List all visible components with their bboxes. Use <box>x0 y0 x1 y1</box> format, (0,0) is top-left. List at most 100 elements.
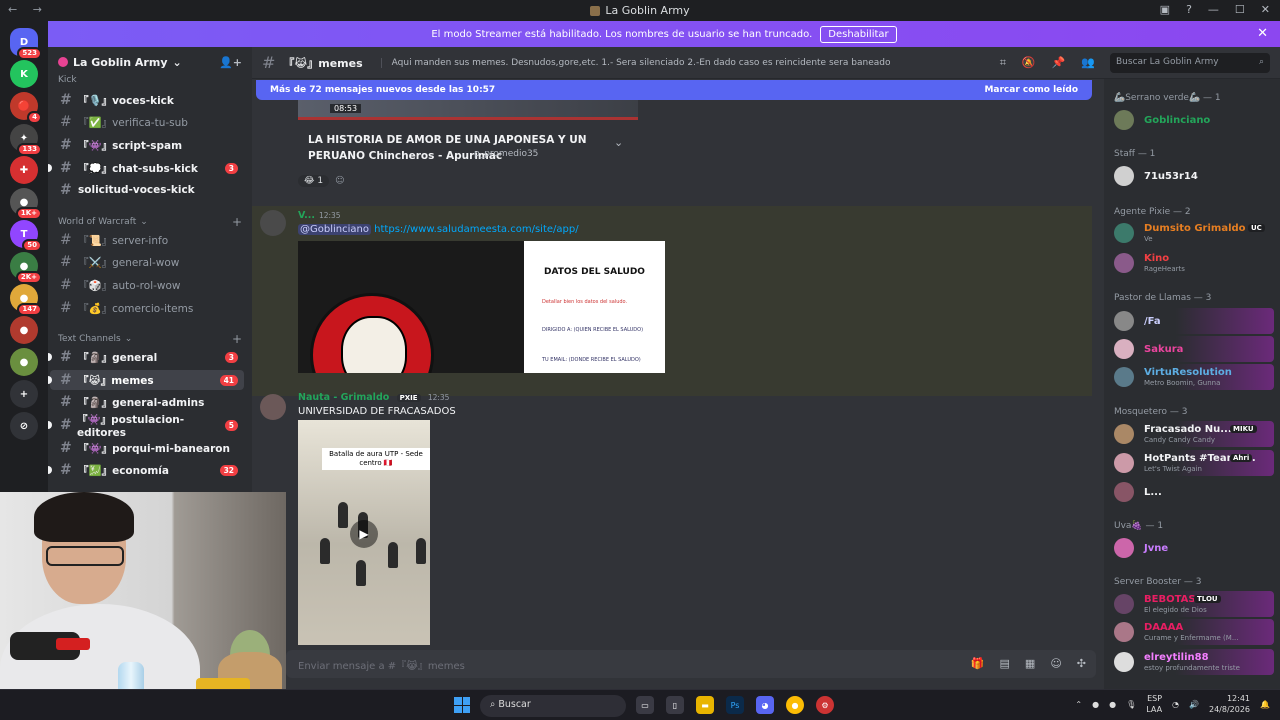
image-attachment[interactable]: DATOS DEL SALUDO Detallar bien los datos… <box>524 241 665 373</box>
channel-item[interactable]: # 『🎙️』voces-kick <box>50 90 244 110</box>
pin-icon[interactable]: 📌 <box>1052 56 1066 70</box>
discord-icon[interactable]: ◕ <box>756 696 774 714</box>
mark-read-button[interactable]: Marcar como leído <box>984 85 1078 95</box>
member-item[interactable]: BEBOTAS El elegido de Dios <box>1110 591 1274 617</box>
member-item[interactable]: Sakura <box>1110 336 1274 362</box>
channel-item[interactable]: # 『⚔️』general-wow <box>50 252 244 272</box>
chevron-down-icon[interactable]: ⌄ <box>614 136 623 149</box>
threads-icon[interactable]: ⌗ <box>1000 56 1006 70</box>
server-icon[interactable]: ● <box>10 316 38 344</box>
inbox-icon[interactable]: ▣ <box>1160 3 1170 16</box>
nav-arrows[interactable]: ← → <box>8 3 48 16</box>
channel-item[interactable]: # 『👾』script-spam <box>50 135 244 155</box>
guild-header[interactable]: La Goblin Army ⌄ 👤+ <box>48 47 252 77</box>
member-item[interactable]: Jvne <box>1110 535 1274 561</box>
server-icon[interactable]: ● 1K+ <box>10 188 42 220</box>
disable-streamer-button[interactable]: Deshabilitar <box>820 25 897 43</box>
member-item[interactable]: VirtuResolution Metro Boomin, Gunna <box>1110 364 1274 390</box>
message-author[interactable]: Nauta - Grimaldo PXIE 12:35 <box>298 392 449 403</box>
members-icon[interactable]: 👥 <box>1081 56 1095 70</box>
server-icon[interactable]: T 50 <box>10 220 42 252</box>
message-link[interactable]: https://www.saludameesta.com/site/app/ <box>374 224 578 235</box>
video-thumbnail[interactable]: 08:53 <box>298 100 638 120</box>
server-icon[interactable]: K <box>10 60 38 88</box>
reaction-button[interactable]: 😂 1 <box>298 175 330 187</box>
play-icon[interactable]: ▶ <box>350 520 378 548</box>
emoji-icon[interactable]: ☺ <box>1050 657 1061 670</box>
add-reaction-icon[interactable]: ☺ <box>335 176 344 186</box>
channel-item[interactable]: # 『💹』economía 32 <box>48 460 244 480</box>
server-icon[interactable]: ● 2K+ <box>10 252 42 284</box>
sticker-icon[interactable]: ▦ <box>1025 657 1035 670</box>
close-button[interactable]: ✕ <box>1261 3 1270 16</box>
member-item[interactable]: L... <box>1110 479 1274 505</box>
help-icon[interactable]: ? <box>1186 3 1192 16</box>
clock[interactable]: 12:41 24/8/2026 <box>1209 693 1250 715</box>
channel-item[interactable]: # 『🗿』general 3 <box>48 347 244 367</box>
avatar[interactable] <box>260 394 286 420</box>
channel-topic[interactable]: Aqui manden sus memes. Desnudos,gore,etc… <box>380 57 890 68</box>
server-icon[interactable]: ✚ <box>10 156 38 184</box>
channel-item[interactable]: # 『💰』comercio-items <box>50 298 244 318</box>
new-messages-bar[interactable]: Más de 72 mensajes nuevos desde las 10:5… <box>256 80 1092 100</box>
search-input[interactable]: Buscar La Goblin Army ⌕ <box>1110 53 1270 73</box>
close-icon[interactable]: ✕ <box>1257 26 1268 41</box>
channel-item[interactable]: # 『👾』porqui-mi-banearon <box>50 438 244 458</box>
taskbar-search[interactable]: ⌕ Buscar <box>480 695 626 717</box>
channel-item[interactable]: # solicitud-voces-kick <box>50 180 244 200</box>
server-icon[interactable]: ⊘ <box>10 412 38 440</box>
server-icon[interactable]: + <box>10 380 38 408</box>
member-item[interactable]: DAAAA Curame y Enfermame (M... <box>1110 619 1274 645</box>
message-author[interactable]: V... 12:35 <box>298 210 341 221</box>
chrome-icon[interactable]: ● <box>786 696 804 714</box>
channel-item[interactable]: # 『✅』verifica-tu-sub <box>50 112 244 132</box>
add-channel-icon[interactable]: + <box>232 332 242 346</box>
category-kick[interactable]: Kick <box>58 75 242 85</box>
member-item[interactable]: Kino RageHearts <box>1110 250 1274 276</box>
windows-start-icon[interactable] <box>454 697 470 713</box>
minimize-button[interactable]: — <box>1208 3 1219 16</box>
photoshop-icon[interactable]: Ps <box>726 696 744 714</box>
channel-item[interactable]: # 『👾』postulacion-editores 5 <box>48 414 244 439</box>
task-view-icon[interactable]: ▭ <box>636 696 654 714</box>
server-icon[interactable]: ✦ 133 <box>10 124 42 156</box>
video-attachment[interactable]: Batalla de aura UTP - Sede centro 🇵🇪 ▶ <box>298 420 430 645</box>
channel-item[interactable]: # 『💭』chat-subs-kick 3 <box>48 158 244 178</box>
channel-item[interactable]: # 『🎲』auto-rol-wow <box>50 275 244 295</box>
microphone-icon[interactable]: 🎙 <box>1126 700 1136 709</box>
member-item[interactable]: 71u53r14 <box>1110 163 1274 189</box>
member-item[interactable]: elreytilin88 estoy profundamente triste <box>1110 649 1274 675</box>
server-icon[interactable]: ● <box>10 348 38 376</box>
avatar[interactable] <box>260 210 286 236</box>
app-icon[interactable]: ⚙ <box>816 696 834 714</box>
video-title[interactable]: LA HISTORIA DE AMOR DE UNA JAPONESA Y UN… <box>308 132 628 164</box>
user-mention[interactable]: @Goblinciano <box>298 224 371 235</box>
notification-icon[interactable]: 🔔 <box>1260 700 1270 709</box>
image-attachment[interactable] <box>298 241 524 373</box>
server-icon[interactable]: 🔴 4 <box>10 92 42 124</box>
category-text[interactable]: Text Channels ⌄ + <box>58 332 242 346</box>
wifi-icon[interactable]: ◔ <box>1172 700 1179 709</box>
volume-icon[interactable]: 🔊 <box>1189 700 1199 709</box>
channel-item[interactable]: # 『😹』memes 41 <box>48 370 244 390</box>
channel-item[interactable]: # 『🗿』general-admins <box>50 392 244 412</box>
apps-icon[interactable]: ✣ <box>1077 657 1086 670</box>
gift-icon[interactable]: 🎁 <box>971 657 985 670</box>
server-icon[interactable]: ● 147 <box>10 284 42 316</box>
category-wow[interactable]: World of Warcraft ⌄ + <box>58 215 242 229</box>
language-indicator[interactable]: ESP LAA <box>1146 693 1162 715</box>
file-explorer-icon[interactable]: ▬ <box>696 696 714 714</box>
channel-item[interactable]: # 『📜』server-info <box>50 230 244 250</box>
tray-icon[interactable]: ● <box>1109 700 1116 709</box>
tray-icon[interactable]: ● <box>1092 700 1099 709</box>
add-channel-icon[interactable]: + <box>232 215 242 229</box>
member-item[interactable]: Goblinciano <box>1110 107 1274 133</box>
invite-icon[interactable]: 👤+ <box>219 56 242 69</box>
chevron-up-icon[interactable]: ⌃ <box>1075 700 1082 709</box>
notifications-icon[interactable]: 🔕 <box>1022 56 1036 70</box>
member-item[interactable]: /Fa <box>1110 308 1274 334</box>
server-icon[interactable]: D 523 <box>10 28 42 60</box>
message-input[interactable]: Enviar mensaje a #『😹』memes 🎁 ▤ ▦ ☺ ✣ <box>286 650 1096 678</box>
gif-icon[interactable]: ▤ <box>1000 657 1010 670</box>
maximize-button[interactable]: ☐ <box>1235 3 1245 16</box>
